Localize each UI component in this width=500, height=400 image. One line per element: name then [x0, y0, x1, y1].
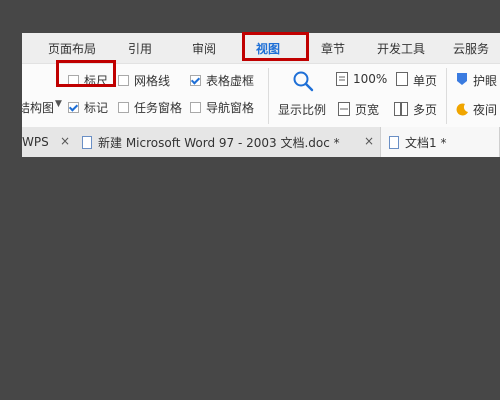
close-icon[interactable]: ×: [60, 134, 70, 148]
menu-cloud-services[interactable]: 云服务: [453, 40, 489, 57]
screen-backdrop: 页面布局 引用 审阅 视图 章节 开发工具 云服务 标尺 网格线 表格虚框 结构…: [0, 0, 500, 400]
gridlines-checkbox-box[interactable]: [118, 75, 129, 86]
ribbon-separator: [268, 68, 269, 124]
document-tab-bar: WPS × 新建 Microsoft Word 97 - 2003 文档.doc…: [22, 127, 500, 157]
menu-review[interactable]: 审阅: [192, 40, 216, 57]
zoom-100-button[interactable]: 100%: [353, 72, 387, 86]
multi-page-icon: [394, 101, 408, 120]
zoom-100-icon: [336, 71, 348, 90]
nav-pane-checkbox[interactable]: 导航窗格: [190, 99, 254, 116]
single-page-button[interactable]: 单页: [413, 72, 437, 89]
multi-page-button[interactable]: 多页: [413, 101, 437, 118]
task-pane-checkbox[interactable]: 任务窗格: [118, 99, 182, 116]
tab-word-doc-label: 新建 Microsoft Word 97 - 2003 文档.doc *: [98, 135, 340, 150]
task-pane-checkbox-box[interactable]: [118, 102, 129, 113]
marks-checkbox[interactable]: 标记: [68, 99, 108, 116]
eye-protect-button[interactable]: 护眼: [473, 72, 497, 89]
page-width-icon: [338, 101, 350, 120]
menu-developer-tools[interactable]: 开发工具: [377, 40, 425, 57]
menu-references[interactable]: 引用: [128, 40, 152, 57]
tab-wps-label: WPS: [22, 135, 49, 149]
gridlines-checkbox[interactable]: 网格线: [118, 72, 170, 89]
marks-label: 标记: [84, 101, 109, 115]
document-icon: [82, 135, 92, 149]
menu-chapter[interactable]: 章节: [321, 40, 345, 57]
table-gridlines-checkbox-box[interactable]: [190, 75, 201, 86]
nav-pane-label: 导航窗格: [206, 101, 255, 115]
night-mode-button[interactable]: 夜间: [473, 101, 497, 118]
menu-page-layout[interactable]: 页面布局: [48, 40, 96, 57]
tab-word-doc[interactable]: 新建 Microsoft Word 97 - 2003 文档.doc *: [82, 127, 340, 157]
night-mode-icon: [456, 101, 469, 120]
close-icon[interactable]: ×: [364, 134, 374, 148]
page-width-button[interactable]: 页宽: [355, 101, 379, 118]
ruler-highlight: [56, 60, 116, 87]
outline-dropdown[interactable]: 结构图: [22, 99, 54, 116]
document-icon: [389, 135, 399, 149]
single-page-icon: [396, 71, 408, 90]
magnifier-icon[interactable]: [292, 70, 314, 96]
tab-document1-label: 文档1 *: [405, 135, 447, 150]
display-ratio-button[interactable]: 显示比例: [278, 101, 326, 118]
table-gridlines-checkbox[interactable]: 表格虚框: [190, 72, 254, 89]
chevron-down-icon[interactable]: ▼: [55, 99, 62, 109]
task-pane-label: 任务窗格: [134, 101, 183, 115]
eye-protect-icon: [456, 71, 468, 90]
ribbon-separator-2: [446, 68, 447, 124]
tab-document1[interactable]: 文档1 *: [380, 127, 500, 157]
marks-checkbox-box[interactable]: [68, 102, 79, 113]
table-gridlines-label: 表格虚框: [206, 74, 255, 88]
view-menu-highlight: [242, 32, 309, 61]
tab-wps[interactable]: WPS: [22, 127, 49, 157]
nav-pane-checkbox-box[interactable]: [190, 102, 201, 113]
gridlines-label: 网格线: [134, 74, 171, 88]
